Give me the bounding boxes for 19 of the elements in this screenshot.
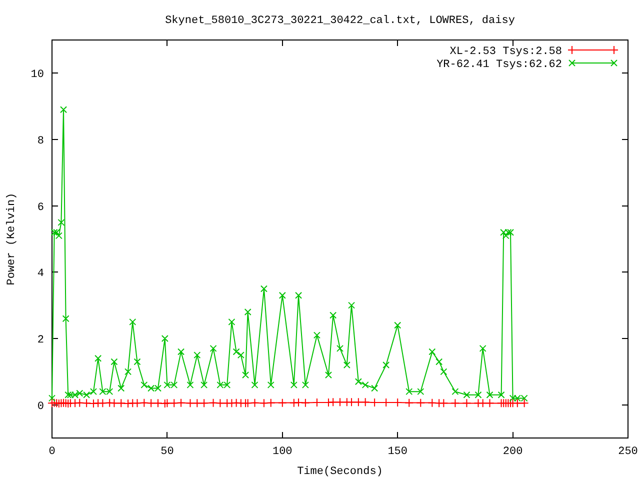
y-tick-label: 8: [37, 136, 44, 148]
x-tick-label: 200: [502, 446, 523, 458]
x-tick-label: 250: [618, 446, 638, 458]
legend-label: YR-62.41 Tsys:62.62: [436, 59, 562, 71]
legend-label: XL-2.53 Tsys:2.58: [450, 46, 562, 58]
x-tick-label: 0: [48, 446, 56, 458]
x-tick-label: 100: [272, 446, 292, 458]
legend-line-sample: [568, 60, 618, 66]
x-tick-label: 150: [388, 446, 408, 458]
y-tick-label: 4: [37, 268, 44, 280]
y-tick-label: 6: [37, 202, 44, 214]
y-tick-label: 0: [37, 400, 44, 413]
x-tick-label: 50: [160, 446, 174, 458]
chart-title: Skynet_58010_3C273_30221_30422_cal.txt, LOWRES, daisy: [165, 15, 515, 27]
legend-line-sample: [568, 46, 618, 54]
y-tick-label: 10: [30, 69, 44, 82]
y-axis-label: Power (Kelvin): [6, 192, 18, 286]
x-axis-label: Time(Seconds): [297, 466, 383, 478]
y-tick-label: 2: [37, 334, 44, 346]
